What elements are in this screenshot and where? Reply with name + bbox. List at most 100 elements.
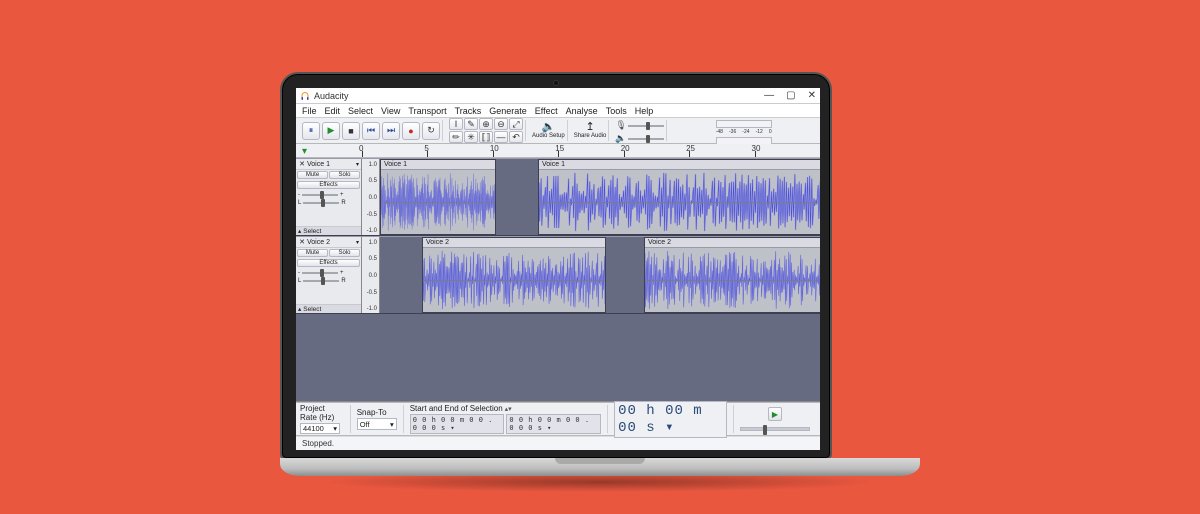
timeline-ruler[interactable]: ▾ 0 5 10 15 20 25 30 (296, 144, 820, 158)
pan-slider[interactable] (303, 200, 339, 206)
track-menu-button[interactable]: ▾ (356, 161, 359, 168)
pan-slider[interactable] (303, 278, 339, 284)
gain-slider[interactable] (302, 192, 338, 198)
draw-tool[interactable]: ✏ (449, 131, 463, 143)
clip-title[interactable]: Voice 1 (381, 160, 495, 170)
selection-mode-carets-icon[interactable]: ▴▾ (505, 405, 512, 413)
audio-clip[interactable]: Voice 1 (538, 159, 820, 235)
playback-volume-slider[interactable] (628, 136, 664, 142)
play-at-speed-button[interactable]: ▶ (768, 407, 782, 421)
speaker-icon: 🔈 (542, 122, 556, 133)
record-volume-slider[interactable] (628, 123, 664, 129)
fit-selection-button[interactable]: ⤢ (509, 118, 523, 130)
mic-icon: 🎙 (615, 120, 625, 131)
waveform (539, 170, 820, 234)
track-close-button[interactable]: ✕ (298, 238, 306, 246)
audio-clip[interactable]: Voice 2 (422, 237, 606, 313)
record-button[interactable]: ● (402, 122, 420, 140)
titlebar: Audacity — ▢ ✕ (296, 88, 820, 104)
mute-button[interactable]: Mute (297, 171, 328, 179)
menu-edit[interactable]: Edit (325, 106, 341, 116)
track-select-label[interactable]: Select (303, 306, 321, 313)
menu-generate[interactable]: Generate (489, 106, 527, 116)
track-name: Voice 2 (307, 239, 330, 246)
meter-ticks: -48-36-24-120 (716, 129, 772, 135)
menu-select[interactable]: Select (348, 106, 373, 116)
status-text: Stopped. (302, 439, 334, 448)
app-logo-icon (300, 91, 310, 101)
menu-tools[interactable]: Tools (606, 106, 627, 116)
camera-icon (553, 80, 559, 86)
audio-clip[interactable]: Voice 1 (380, 159, 496, 235)
track-waveform-area[interactable]: Voice 2 Voice 2 (380, 237, 820, 313)
stop-button[interactable]: ■ (342, 122, 360, 140)
track-menu-button[interactable]: ▾ (356, 239, 359, 246)
menu-view[interactable]: View (381, 106, 400, 116)
playback-icon: 🔈 (615, 133, 625, 144)
silence-button[interactable]: — (494, 131, 508, 143)
screen: Audacity — ▢ ✕ File Edit Select View Tra… (296, 88, 820, 450)
clip-title[interactable]: Voice 2 (645, 238, 820, 248)
audio-setup-button[interactable]: 🔈 Audio Setup (530, 120, 568, 141)
zoom-in-button[interactable]: ⊕ (479, 118, 493, 130)
snap-to-select[interactable]: Off▾ (357, 418, 397, 430)
track-name: Voice 1 (307, 161, 330, 168)
menu-transport[interactable]: Transport (408, 106, 446, 116)
menu-effect[interactable]: Effect (535, 106, 558, 116)
effects-button[interactable]: Effects (297, 259, 360, 267)
track-close-button[interactable]: ✕ (298, 160, 306, 168)
solo-button[interactable]: Solo (329, 249, 360, 257)
pause-button[interactable]: ⏸ (302, 122, 320, 140)
track-control-panel: ✕ Voice 1 ▾ Mute Solo Effects -+ LR ▴Sel… (296, 159, 362, 235)
share-icon: ↥ (585, 122, 594, 133)
trim-button[interactable]: ⟦⟧ (479, 131, 493, 143)
menu-analyse[interactable]: Analyse (566, 106, 598, 116)
app-title: Audacity (314, 91, 349, 101)
track-select-label[interactable]: Select (303, 228, 321, 235)
play-speed-slider[interactable] (740, 427, 810, 431)
track-waveform-area[interactable]: Voice 1 Voice 1 (380, 159, 820, 235)
selection-start-field[interactable]: 0 0 h 0 0 m 0 0 . 0 0 0 s ▾ (410, 414, 505, 434)
gain-slider[interactable] (302, 270, 338, 276)
laptop-base (280, 458, 920, 476)
play-button[interactable]: ▶ (322, 122, 340, 140)
audio-position-field[interactable]: 00 h 00 m 00 s ▾ (614, 401, 727, 438)
multi-tool[interactable]: ✳ (464, 131, 478, 143)
undo-button[interactable]: ↶ (509, 131, 523, 143)
close-button[interactable]: ✕ (808, 90, 816, 101)
selection-tool[interactable]: I (449, 118, 463, 130)
selection-toolbar: Project Rate (Hz) 44100▾ Snap-To Off▾ St… (296, 402, 820, 436)
mute-button[interactable]: Mute (297, 249, 328, 257)
playhead-pin-icon: ▾ (302, 146, 307, 157)
minimize-button[interactable]: — (764, 90, 774, 101)
envelope-tool[interactable]: ✎ (464, 118, 478, 130)
waveform (423, 248, 605, 312)
clip-title[interactable]: Voice 2 (423, 238, 605, 248)
audio-clip[interactable]: Voice 2 (644, 237, 820, 313)
selection-end-field[interactable]: 0 0 h 0 0 m 0 0 . 0 0 0 s ▾ (506, 414, 601, 434)
mixer-sliders: 🎙 🔈 (613, 120, 667, 141)
share-audio-button[interactable]: ↥ Share Audio (572, 120, 610, 141)
vertical-scale[interactable]: 1.00.50.0-0.5-1.0 (362, 159, 380, 235)
edit-tools: I ✎ ⊕ ⊖ ⤢ ✏ ✳ ⟦⟧ — ↶ (447, 120, 526, 141)
clip-title[interactable]: Voice 1 (539, 160, 820, 170)
skip-end-button[interactable]: ⏭ (382, 122, 400, 140)
laptop-bezel: Audacity — ▢ ✕ File Edit Select View Tra… (280, 72, 832, 460)
project-rate-label: Project Rate (Hz) (300, 404, 344, 422)
zoom-out-button[interactable]: ⊖ (494, 118, 508, 130)
tracks-empty-area[interactable] (296, 314, 820, 402)
menu-file[interactable]: File (302, 106, 317, 116)
project-rate-select[interactable]: 44100▾ (300, 423, 340, 434)
menu-help[interactable]: Help (635, 106, 654, 116)
record-meter[interactable] (716, 120, 772, 128)
collapse-icon[interactable]: ▴ (298, 305, 301, 313)
collapse-icon[interactable]: ▴ (298, 227, 301, 235)
solo-button[interactable]: Solo (329, 171, 360, 179)
maximize-button[interactable]: ▢ (786, 90, 795, 101)
loop-button[interactable]: ↻ (422, 122, 440, 140)
vertical-scale[interactable]: 1.00.50.0-0.5-1.0 (362, 237, 380, 313)
selection-header: Start and End of Selection (410, 404, 503, 413)
menu-tracks[interactable]: Tracks (455, 106, 482, 116)
effects-button[interactable]: Effects (297, 181, 360, 189)
skip-start-button[interactable]: ⏮ (362, 122, 380, 140)
